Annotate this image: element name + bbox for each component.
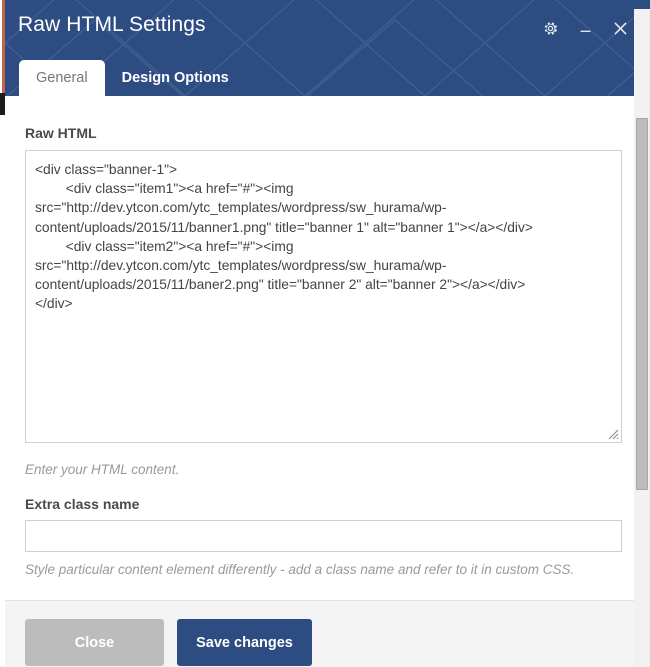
raw-html-help-text: Enter your HTML content. [25, 462, 180, 477]
header-scrollbar-overlap [634, 0, 650, 9]
modal-header: Raw HTML Settings General Design Options [5, 0, 650, 96]
extra-class-label: Extra class name [25, 496, 140, 512]
page-scrollbar[interactable] [634, 0, 650, 667]
window-controls [539, 15, 631, 41]
minimize-icon[interactable] [574, 16, 596, 40]
raw-html-label: Raw HTML [25, 125, 97, 141]
tab-bar: General Design Options [19, 60, 246, 96]
modal-body: Raw HTML Enter your HTML content. Extra … [5, 96, 634, 600]
modal-footer: Close Save changes [5, 600, 650, 667]
raw-html-settings-modal-screen: Raw HTML Settings General Design Options… [0, 0, 650, 667]
save-changes-button[interactable]: Save changes [177, 619, 312, 666]
page-title: Raw HTML Settings [18, 13, 206, 36]
extra-class-input[interactable] [25, 520, 622, 552]
modal-window: Raw HTML Settings General Design Options… [5, 0, 650, 667]
extra-class-help-text: Style particular content element differe… [25, 562, 575, 577]
close-icon[interactable] [609, 16, 631, 40]
tab-general[interactable]: General [19, 60, 105, 96]
raw-html-textarea[interactable] [25, 150, 622, 443]
tab-design-options[interactable]: Design Options [105, 60, 246, 96]
page-scrollbar-thumb[interactable] [636, 118, 648, 490]
gear-icon[interactable] [539, 16, 561, 40]
close-button[interactable]: Close [25, 619, 164, 666]
